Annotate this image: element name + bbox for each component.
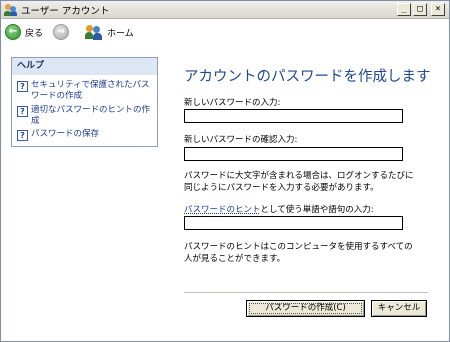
password-hint-input[interactable] <box>184 216 403 230</box>
help-item-save-password[interactable]: ? パスワードの保存 <box>17 129 153 141</box>
hint-label: パスワードのヒントとして使う単語や語句の入力: <box>184 203 374 215</box>
new-password-label: 新しいパスワードの入力: <box>184 98 281 108</box>
window-title: ユーザー アカウント <box>21 5 110 17</box>
user-accounts-window: ユーザー アカウント _ □ × ← 戻る → ホーム ヘルプ ? セキュリティ… <box>0 0 450 342</box>
forward-arrow-icon[interactable]: → <box>53 24 70 40</box>
title-bar[interactable]: ユーザー アカウント _ □ × <box>1 1 449 19</box>
case-sensitivity-note: パスワードに大文字が含まれる場合は、ログオンするたびに同じようにパスワードを入力… <box>184 171 414 193</box>
back-button[interactable]: ← 戻る <box>5 24 43 40</box>
minimize-button[interactable]: _ <box>397 3 411 16</box>
confirm-password-input[interactable] <box>184 147 403 161</box>
home-users-icon <box>85 24 103 40</box>
help-question-icon: ? <box>17 81 28 92</box>
close-button[interactable]: × <box>431 3 445 16</box>
help-panel: ヘルプ ? セキュリティで保護されたパスワードの作成 ? 適切なパスワードのヒン… <box>11 57 158 147</box>
cancel-button[interactable]: キャンセル <box>371 300 427 317</box>
user-accounts-icon <box>4 3 18 16</box>
confirm-password-label: 新しいパスワードの確認入力: <box>184 135 298 145</box>
help-item-label: パスワードの保存 <box>31 129 100 139</box>
hint-visibility-note: パスワードのヒントはこのコンピュータを使用するすべての人が見ることができます。 <box>184 242 413 264</box>
help-item-secure-password[interactable]: ? セキュリティで保護されたパスワードの作成 <box>17 80 153 102</box>
separator-line <box>184 292 428 293</box>
hint-label-text: として使う単語や語句の入力: <box>260 205 374 215</box>
help-item-label: 適切なパスワードのヒントの作成 <box>31 105 151 126</box>
help-question-icon: ? <box>17 130 28 141</box>
page-title: アカウントのパスワードを作成します <box>184 69 431 85</box>
new-password-input[interactable] <box>184 109 403 123</box>
create-password-button[interactable]: パスワードの作成(C) <box>246 300 365 317</box>
help-item-password-hint[interactable]: ? 適切なパスワードのヒントの作成 <box>17 105 153 127</box>
home-button[interactable]: ホーム <box>73 24 134 40</box>
back-label: 戻る <box>25 28 44 39</box>
maximize-button[interactable]: □ <box>413 3 427 16</box>
help-header: ヘルプ <box>12 58 157 75</box>
home-label: ホーム <box>107 28 134 39</box>
help-item-label: セキュリティで保護されたパスワードの作成 <box>31 80 150 101</box>
back-arrow-icon: ← <box>5 24 21 40</box>
navigation-toolbar: ← 戻る → ホーム <box>1 19 449 45</box>
window-controls: _ □ × <box>397 3 445 16</box>
help-question-icon: ? <box>17 106 28 117</box>
password-hint-link[interactable]: パスワードのヒント <box>184 205 261 215</box>
